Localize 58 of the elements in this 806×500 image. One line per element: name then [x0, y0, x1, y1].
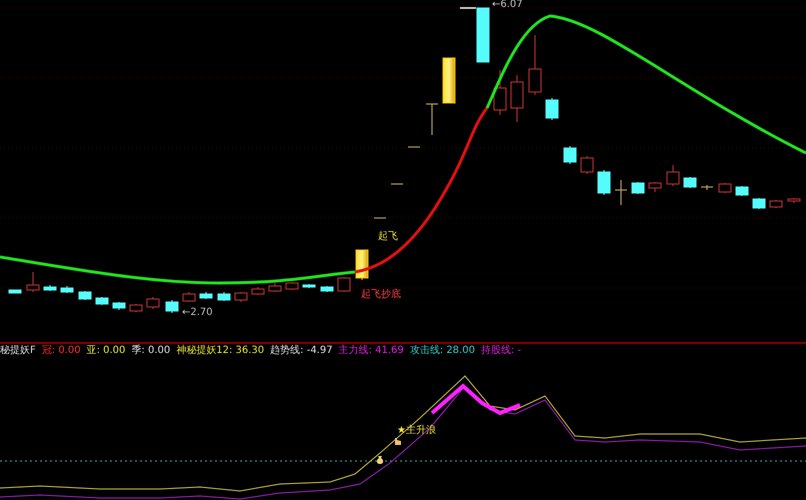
price-label: ←2.70 — [182, 308, 213, 318]
candlestick — [78, 290, 92, 300]
candlestick — [476, 8, 490, 62]
candlestick — [26, 272, 40, 292]
candlestick — [510, 74, 524, 122]
candlestick — [96, 296, 108, 306]
candlestick — [564, 146, 576, 164]
candlestick — [60, 286, 74, 294]
signal-label: 起飞 — [378, 232, 398, 242]
candlestick — [338, 276, 350, 292]
legend-item: 神秘提妖12: 36.30 — [176, 346, 264, 356]
signal-label: ★主升浪 — [397, 426, 436, 436]
candlestick — [356, 250, 368, 280]
candlestick — [770, 200, 782, 208]
candlestick — [166, 300, 178, 314]
candlestick — [494, 70, 506, 116]
candlestick — [426, 104, 438, 136]
candlestick — [580, 156, 594, 174]
candlestick — [788, 198, 800, 204]
candlestick — [598, 170, 610, 196]
candlestick — [112, 302, 126, 310]
candlestick — [648, 182, 662, 192]
candlestick — [684, 176, 696, 188]
candlestick — [632, 182, 644, 194]
candlestick — [218, 292, 230, 302]
candlestick — [8, 290, 22, 294]
candlestick — [44, 284, 56, 292]
legend-item: 季: 0.00 — [131, 346, 170, 356]
candlestick — [130, 304, 142, 312]
candlestick — [666, 164, 680, 186]
candlestick — [286, 282, 298, 290]
candlestick — [302, 284, 316, 288]
legend-item: 趋势线: -4.97 — [270, 346, 333, 356]
candlestick — [408, 146, 420, 148]
candlestick — [718, 182, 732, 194]
legend-item: 亚: 0.00 — [86, 346, 126, 356]
legend-item: 持股线: - — [480, 346, 522, 356]
signal-label: 起飞抄底 — [361, 290, 401, 300]
candlestick — [736, 186, 748, 196]
legend-item: 秘提妖F — [0, 346, 36, 356]
legend-item: 主力线: 41.69 — [338, 346, 404, 356]
candlestick — [528, 34, 542, 96]
price-marker-line — [460, 7, 476, 9]
candlestick — [320, 286, 334, 292]
candlestick — [700, 184, 714, 190]
legend-item: 冠: 0.00 — [42, 346, 81, 356]
candlestick — [182, 292, 196, 302]
candlestick — [442, 58, 456, 104]
candlestick — [546, 98, 558, 120]
candlestick — [268, 282, 282, 292]
candlestick — [252, 286, 264, 296]
candlestick — [614, 180, 628, 206]
candlestick — [146, 296, 160, 310]
candlestick — [200, 292, 212, 300]
money-bag-icon — [375, 455, 385, 465]
candlestick — [234, 292, 248, 302]
candlestick — [752, 198, 766, 210]
legend-item: 攻击线: 28.00 — [410, 346, 475, 356]
